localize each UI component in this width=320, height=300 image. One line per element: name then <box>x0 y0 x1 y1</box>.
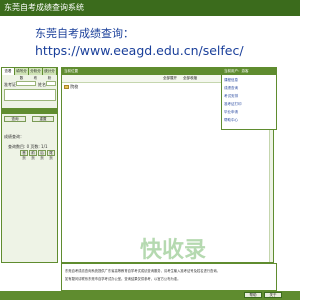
tab-view[interactable]: 查看 <box>2 68 15 75</box>
left-panel: 查看 填写分数 分析分布 统计分析 准考证 姓名 查询 重置 成绩查询： 查询数… <box>1 67 58 263</box>
overlay-title: 东莞自考成绩查询： <box>35 27 134 40</box>
right-item-course[interactable]: 课程信息 <box>224 78 238 83</box>
right-item-graduation[interactable]: 毕业申请 <box>224 110 238 115</box>
bottom-info-panel: 东莞自考成绩查询系统提供广东省高等教育自学考试成绩查询服务，请考生输入准考证号及… <box>61 263 277 291</box>
first-page-button[interactable]: 首页 <box>20 150 28 160</box>
name-label: 姓名 <box>38 82 46 87</box>
help-button[interactable]: 帮助 <box>244 292 262 298</box>
prev-page-button[interactable]: 前页 <box>29 150 37 160</box>
next-page-button[interactable]: 后页 <box>38 150 46 160</box>
overlay-url: https://www.eeagd.edu.cn/selfec/ <box>35 43 244 58</box>
tree-root[interactable]: 院校 <box>64 84 78 90</box>
left-separator <box>2 108 57 114</box>
right-header: 当前用户：游客 <box>222 68 276 75</box>
overlay-banner: 东莞自考成绩查询： https://www.eeagd.edu.cn/selfe… <box>27 19 245 67</box>
result-label: 成绩查询： <box>4 134 24 139</box>
right-panel: 当前用户：游客 课程信息 成绩查询 考试安排 准考证打印 毕业申请 帮助中心 <box>221 67 277 130</box>
status-bar: 帮助 关于 <box>0 291 300 300</box>
exam-number-label: 准考证 <box>4 82 16 87</box>
collapse-all-button[interactable]: 全部收缩 <box>182 76 198 82</box>
right-item-admission[interactable]: 准考证打印 <box>224 102 242 107</box>
tab-fill-score[interactable]: 填写分数 <box>15 68 29 80</box>
expand-all-button[interactable]: 全部展开 <box>162 76 178 82</box>
bottom-text-line: 如有疑问请联系东莞市自学考试办公室。查询结果仅供参考，以官方公布为准。 <box>65 277 181 281</box>
exam-number-input[interactable] <box>16 81 36 86</box>
query-button[interactable]: 查询 <box>4 116 26 122</box>
right-item-schedule[interactable]: 考试安排 <box>224 94 238 99</box>
left-tabs: 查看 填写分数 分析分布 统计分析 <box>2 68 57 80</box>
watermark-text: 快收录 <box>140 238 207 263</box>
tree-root-label: 院校 <box>70 84 79 89</box>
tab-statistics[interactable]: 统计分析 <box>43 68 57 80</box>
name-input[interactable] <box>46 81 56 86</box>
about-button[interactable]: 关于 <box>264 292 282 298</box>
window-title: 东莞自考成绩查询系统 <box>4 3 84 12</box>
bottom-text-line: 东莞自考成绩查询系统提供广东省高等教育自学考试成绩查询服务，请考生输入准考证号及… <box>65 269 220 273</box>
search-textarea[interactable] <box>4 89 56 101</box>
last-page-button[interactable]: 尾页 <box>47 150 55 160</box>
main-header-text: 当前位置 <box>64 69 78 73</box>
right-item-help[interactable]: 帮助中心 <box>224 118 238 123</box>
tab-distribution[interactable]: 分析分布 <box>29 68 43 80</box>
folder-icon <box>64 85 69 89</box>
reset-button[interactable]: 重置 <box>32 116 54 122</box>
title-bar: 东莞自考成绩查询系统 <box>0 0 300 16</box>
right-item-score[interactable]: 成绩查询 <box>224 86 238 91</box>
right-header-text: 当前用户：游客 <box>224 69 249 73</box>
